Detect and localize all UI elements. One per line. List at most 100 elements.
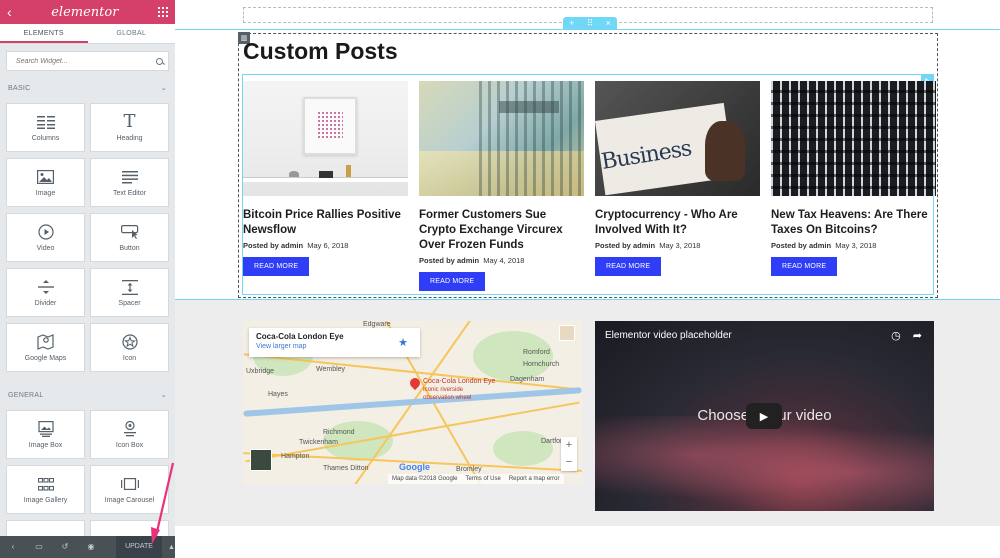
post-author-prefix: Posted by — [771, 241, 807, 250]
section-title: BASIC — [8, 84, 31, 92]
post-thumbnail[interactable] — [243, 81, 408, 196]
widget-columns[interactable]: Columns — [6, 103, 85, 152]
save-star-icon[interactable]: ★ — [398, 336, 408, 349]
editor-app: ‹ elementor ELEMENTS GLOBAL BASIC ⌄ Colu… — [0, 0, 1000, 558]
google-logo: Google — [399, 462, 430, 472]
post-meta: Posted by admin May 6, 2018 — [243, 241, 408, 250]
post-thumbnail[interactable]: Business — [595, 81, 760, 196]
sidebar-tabs: ELEMENTS GLOBAL — [0, 24, 175, 44]
share-arrow-icon[interactable]: ➦ — [913, 329, 922, 342]
section-handle[interactable]: + ⠿ × — [563, 17, 617, 29]
widget-video[interactable]: Video — [6, 213, 85, 262]
post-title[interactable]: Former Customers Sue Crypto Exchange Vir… — [419, 208, 584, 253]
map-label: Wembley — [316, 366, 346, 373]
map-thumbnail-icon[interactable] — [559, 325, 575, 341]
media-section[interactable]: Edgware Romford Hornchurch Wembley Uxbri… — [175, 300, 1000, 526]
section-header-basic[interactable]: BASIC ⌄ — [0, 79, 175, 97]
post-thumbnail[interactable] — [419, 81, 584, 196]
editor-canvas: + ⠿ × ▥ Custom Posts ✎ Bitcoin Price Ral… — [175, 0, 1000, 558]
pin-label-line: Coca-Cola London Eye — [423, 378, 496, 385]
widget-image[interactable]: Image — [6, 158, 85, 207]
read-more-button[interactable]: READ MORE — [771, 257, 838, 276]
post-card: Former Customers Sue Crypto Exchange Vir… — [419, 81, 584, 291]
back-icon[interactable]: ‹ — [7, 5, 12, 19]
tab-global[interactable]: GLOBAL — [88, 24, 176, 43]
map-info-card: Coca-Cola London Eye View larger map ★ — [249, 328, 420, 357]
star-icon — [119, 333, 141, 351]
responsive-desktop-icon[interactable]: ▭ — [26, 536, 52, 558]
chevron-down-icon: ⌄ — [160, 392, 167, 399]
post-card: Business Cryptocurrency - Who Are Involv… — [595, 81, 760, 276]
post-author-prefix: Posted by — [595, 241, 631, 250]
read-more-button[interactable]: READ MORE — [595, 257, 662, 276]
close-icon[interactable]: × — [606, 17, 611, 29]
map-place-name: Coca-Cola London Eye — [256, 332, 344, 341]
view-larger-map-link[interactable]: View larger map — [256, 343, 413, 350]
history-icon[interactable]: ↺ — [52, 536, 78, 558]
post-title[interactable]: Cryptocurrency - Who Are Involved With I… — [595, 208, 760, 238]
widget-label: Image Carousel — [104, 497, 155, 504]
map-label: Hayes — [268, 391, 288, 398]
search-input[interactable] — [16, 57, 156, 65]
video-embed[interactable]: Elementor video placeholder ◷ ➦ Choose u… — [595, 321, 934, 511]
widget-image-carousel[interactable]: Image Carousel — [90, 465, 169, 514]
zoom-out-button[interactable]: − — [566, 457, 572, 468]
widget-label: Divider — [34, 300, 57, 307]
widget-image-gallery[interactable]: Image Gallery — [6, 465, 85, 514]
post-date: May 3, 2018 — [659, 241, 701, 250]
post-title[interactable]: Bitcoin Price Rallies Positive Newsflow — [243, 208, 408, 238]
google-map-embed[interactable]: Edgware Romford Hornchurch Wembley Uxbri… — [243, 321, 582, 484]
post-meta: Posted by admin May 3, 2018 — [771, 241, 936, 250]
post-meta: Posted by admin May 3, 2018 — [595, 241, 760, 250]
section-title: GENERAL — [8, 391, 44, 399]
map-label: Edgware — [363, 321, 391, 328]
widget-button[interactable]: Button — [90, 213, 169, 262]
icon-box-icon — [119, 420, 141, 438]
post-date: May 3, 2018 — [835, 241, 877, 250]
report-error-link[interactable]: Report a map error — [509, 476, 560, 482]
text-editor-icon — [119, 168, 141, 186]
map-label: Romford — [523, 349, 550, 356]
chevron-left-icon[interactable]: ‹ — [0, 536, 26, 558]
post-author-prefix: Posted by — [419, 256, 455, 265]
terms-link[interactable]: Terms of Use — [465, 476, 500, 482]
heading-icon: T — [123, 111, 136, 132]
zoom-in-button[interactable]: + — [566, 440, 572, 451]
post-card: Bitcoin Price Rallies Positive Newsflow … — [243, 81, 408, 276]
video-title: Elementor video placeholder — [605, 330, 732, 341]
add-icon[interactable]: + — [569, 17, 574, 29]
watch-later-clock-icon[interactable]: ◷ — [891, 329, 901, 342]
widget-icon[interactable]: Icon — [90, 323, 169, 372]
satellite-toggle[interactable] — [250, 449, 272, 471]
tab-elements[interactable]: ELEMENTS — [0, 24, 88, 43]
section-header-general[interactable]: GENERAL ⌄ — [0, 386, 175, 404]
widget-icon-box[interactable]: Icon Box — [90, 410, 169, 459]
map-attribution: Map data ©2018 Google Terms of Use Repor… — [388, 474, 564, 484]
read-more-button[interactable]: READ MORE — [243, 257, 310, 276]
chevron-down-icon: ⌄ — [160, 85, 167, 92]
play-button[interactable]: ▶ — [746, 403, 782, 429]
widget-image-box[interactable]: Image Box — [6, 410, 85, 459]
widget-label: Image — [35, 190, 56, 197]
update-button[interactable]: UPDATE — [116, 536, 162, 558]
drag-icon[interactable]: ⠿ — [587, 17, 594, 29]
post-title[interactable]: New Tax Heavens: Are There Taxes On Bitc… — [771, 208, 936, 238]
post-thumbnail[interactable] — [771, 81, 936, 196]
widget-label: Spacer — [118, 300, 141, 307]
posts-section[interactable]: ▥ Custom Posts ✎ Bitcoin Price Rallies P… — [175, 29, 1000, 300]
widget-text-editor[interactable]: Text Editor — [90, 158, 169, 207]
pin-label-line: observation wheel — [423, 395, 472, 401]
widget-label: Video — [36, 245, 55, 252]
image-carousel-icon — [119, 475, 141, 493]
map-label: Uxbridge — [246, 368, 275, 375]
read-more-button[interactable]: READ MORE — [419, 272, 486, 291]
widget-label: Google Maps — [24, 355, 67, 362]
widget-heading[interactable]: T Heading — [90, 103, 169, 152]
preview-eye-icon[interactable]: ◉ — [78, 536, 104, 558]
widget-divider[interactable]: Divider — [6, 268, 85, 317]
map-label: Hampton — [281, 453, 310, 460]
apps-grid-icon[interactable] — [158, 7, 168, 17]
widget-spacer[interactable]: Spacer — [90, 268, 169, 317]
widget-google-maps[interactable]: Google Maps — [6, 323, 85, 372]
caret-up-icon[interactable]: ▲ — [168, 544, 175, 551]
